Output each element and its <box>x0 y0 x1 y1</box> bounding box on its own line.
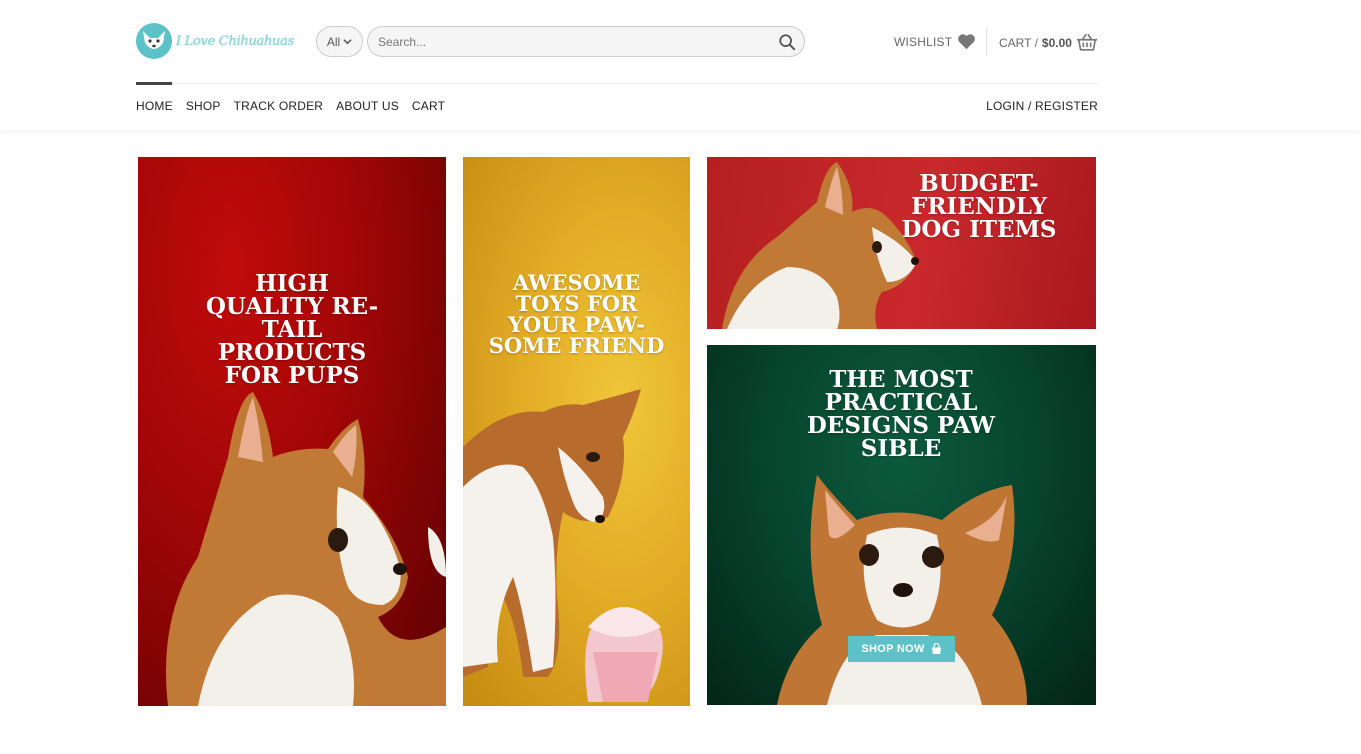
search-icon[interactable] <box>778 33 796 51</box>
banner-budget-friendly[interactable]: BUDGET-FRIENDLY DOG ITEMS <box>707 157 1096 329</box>
site-logo[interactable]: I Love Chihuahuas <box>136 22 296 60</box>
nav-item-about-us[interactable]: ABOUT US <box>336 99 399 113</box>
main-nav: HOME SHOP TRACK ORDER ABOUT US CART <box>136 99 445 113</box>
nav-item-shop[interactable]: SHOP <box>186 99 221 113</box>
banner-awesome-toys[interactable]: AWESOME TOYS FOR YOUR PAW-SOME FRIEND <box>463 157 690 706</box>
shop-now-label: SHOP NOW <box>861 643 925 655</box>
cart-label: CART / <box>999 35 1038 50</box>
nav-item-track-order[interactable]: TRACK ORDER <box>234 99 324 113</box>
header-divider <box>986 28 987 56</box>
wishlist-link[interactable]: WISHLIST <box>894 33 976 50</box>
logo-text: I Love Chihuahuas <box>176 33 294 49</box>
chihuahua-cupcake-image <box>463 389 663 702</box>
nav-item-home[interactable]: HOME <box>136 99 173 113</box>
site-header: I Love Chihuahuas All WISHLIST CART / $0… <box>0 0 1361 130</box>
search-input[interactable] <box>378 27 758 56</box>
chihuahua-profile-image <box>722 162 919 329</box>
wishlist-label: WISHLIST <box>894 34 953 49</box>
nav-item-cart[interactable]: CART <box>412 99 445 113</box>
cart-total: $0.00 <box>1041 35 1072 50</box>
category-select-value: All <box>326 34 341 49</box>
heart-icon <box>958 34 976 50</box>
basket-icon <box>1076 33 1098 51</box>
header-separator <box>136 83 1098 84</box>
login-register-link[interactable]: LOGIN / REGISTER <box>986 99 1098 113</box>
category-select[interactable]: All <box>316 26 363 57</box>
chihuahua-image <box>166 392 446 706</box>
cart-link[interactable]: CART / $0.00 <box>999 33 1098 52</box>
search-box <box>367 26 805 57</box>
banner-retail-products[interactable]: HIGH QUALITY RE-TAIL PRODUCTS FOR PUPS <box>138 157 446 706</box>
chevron-down-icon <box>343 39 352 45</box>
chihuahua-logo-icon <box>136 23 172 59</box>
nav-active-indicator <box>136 82 172 85</box>
shop-now-button[interactable]: SHOP NOW <box>848 636 955 662</box>
bag-icon <box>931 643 941 655</box>
